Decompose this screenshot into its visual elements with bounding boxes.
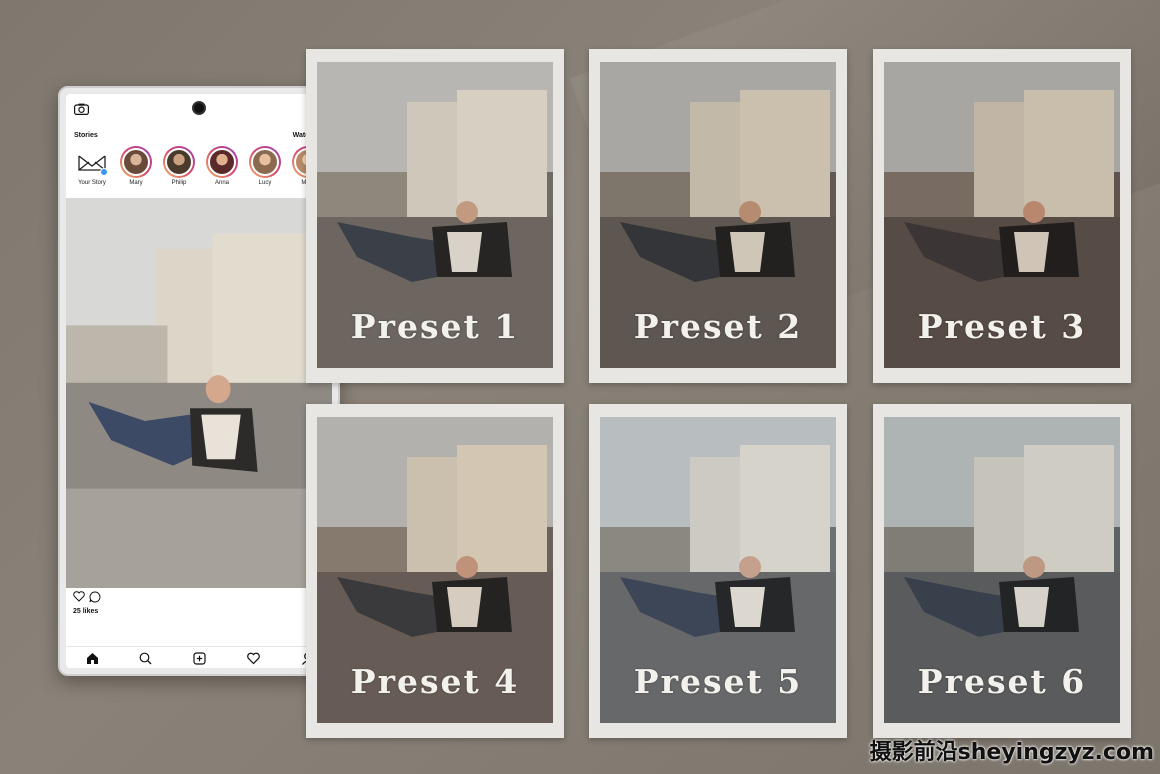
story-name: Lucy: [258, 180, 272, 186]
preset-label: Preset 1: [350, 307, 520, 346]
preset-card-2[interactable]: Preset 2: [589, 49, 847, 383]
app-top-bar: [66, 94, 332, 124]
preset-label: Preset 4: [350, 662, 520, 701]
preset-label: Preset 5: [633, 662, 803, 701]
preset-card-1[interactable]: Preset 1: [306, 49, 564, 383]
avatar: [208, 148, 236, 176]
stories-header: Stories Watch All: [66, 132, 332, 144]
watermark: 摄影前沿sheyingzyz.com: [869, 740, 1154, 765]
phone-mockup: Stories Watch All Your Story Mary Philip: [58, 86, 340, 676]
add-story-plus-icon: [100, 168, 108, 176]
add-post-icon[interactable]: [193, 652, 206, 665]
story-name: Philip: [171, 180, 187, 186]
story-mary[interactable]: Mary: [116, 146, 156, 186]
home-icon[interactable]: [86, 652, 99, 665]
preset-card-5[interactable]: Preset 5: [589, 404, 847, 738]
avatar: [165, 148, 193, 176]
front-camera: [192, 101, 206, 115]
preset-label: Preset 6: [917, 662, 1087, 701]
preset-label: Preset 3: [917, 307, 1087, 346]
story-name: Anna: [214, 180, 229, 186]
preset-label: Preset 2: [633, 307, 803, 346]
avatar: [251, 148, 279, 176]
camera-icon[interactable]: [74, 103, 89, 115]
story-name: Your Story: [78, 180, 106, 186]
story-your-story[interactable]: Your Story: [72, 146, 112, 186]
monogram-logo-icon: [76, 146, 108, 178]
story-philip[interactable]: Philip: [159, 146, 199, 186]
preset-card-3[interactable]: Preset 3: [873, 49, 1131, 383]
search-icon[interactable]: [139, 652, 152, 665]
story-name: Mary: [129, 180, 143, 186]
bottom-nav: [66, 646, 332, 668]
story-lucy[interactable]: Lucy: [245, 146, 285, 186]
comment-icon[interactable]: [89, 591, 101, 603]
like-heart-icon[interactable]: [73, 591, 85, 602]
stories-label: Stories: [74, 132, 98, 139]
activity-heart-icon[interactable]: [247, 652, 260, 665]
likes-count: 25 likes: [73, 608, 99, 615]
instagram-screen: Stories Watch All Your Story Mary Philip: [66, 94, 332, 668]
preset-card-6[interactable]: Preset 6: [873, 404, 1131, 738]
stories-row: Your Story Mary Philip Anna Lucy Mark: [70, 146, 330, 192]
preset-card-4[interactable]: Preset 4: [306, 404, 564, 738]
story-anna[interactable]: Anna: [202, 146, 242, 186]
post-actions: [66, 590, 332, 604]
post-photo[interactable]: [66, 198, 332, 588]
avatar: [122, 148, 150, 176]
